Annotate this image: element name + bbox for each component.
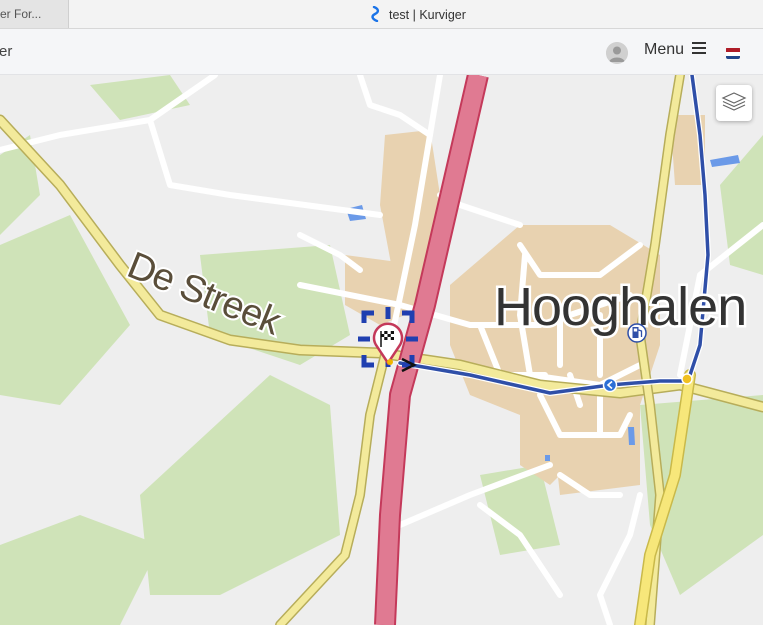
menu-label: Menu [644, 41, 685, 58]
map-svg[interactable]: De Streek Hooghalen [0, 75, 763, 625]
browser-tab-inactive[interactable]: er For... [0, 0, 69, 28]
waypoint-marker[interactable] [681, 373, 693, 385]
menu-button[interactable]: Menu [644, 41, 707, 59]
user-avatar-icon[interactable] [606, 42, 628, 64]
layers-icon [721, 89, 747, 118]
tab-active-label: test | Kurviger [389, 8, 466, 22]
language-flag-icon[interactable] [726, 47, 740, 59]
layers-button[interactable] [716, 85, 752, 121]
browser-tab-bar: er For... test | Kurviger [0, 0, 763, 29]
browser-tab-active[interactable]: test | Kurviger [370, 5, 466, 25]
kurviger-logo-icon [370, 5, 382, 25]
header-left-text: er [0, 43, 13, 60]
turn-left-icon[interactable] [602, 377, 618, 393]
town-label-hooghalen: Hooghalen [494, 277, 746, 337]
app-header: er Menu [0, 29, 763, 75]
map-canvas[interactable]: De Streek Hooghalen [0, 75, 763, 625]
tab-inactive-label: er For... [0, 7, 42, 21]
hamburger-icon [692, 41, 707, 59]
fuel-station-icon[interactable] [627, 323, 647, 343]
